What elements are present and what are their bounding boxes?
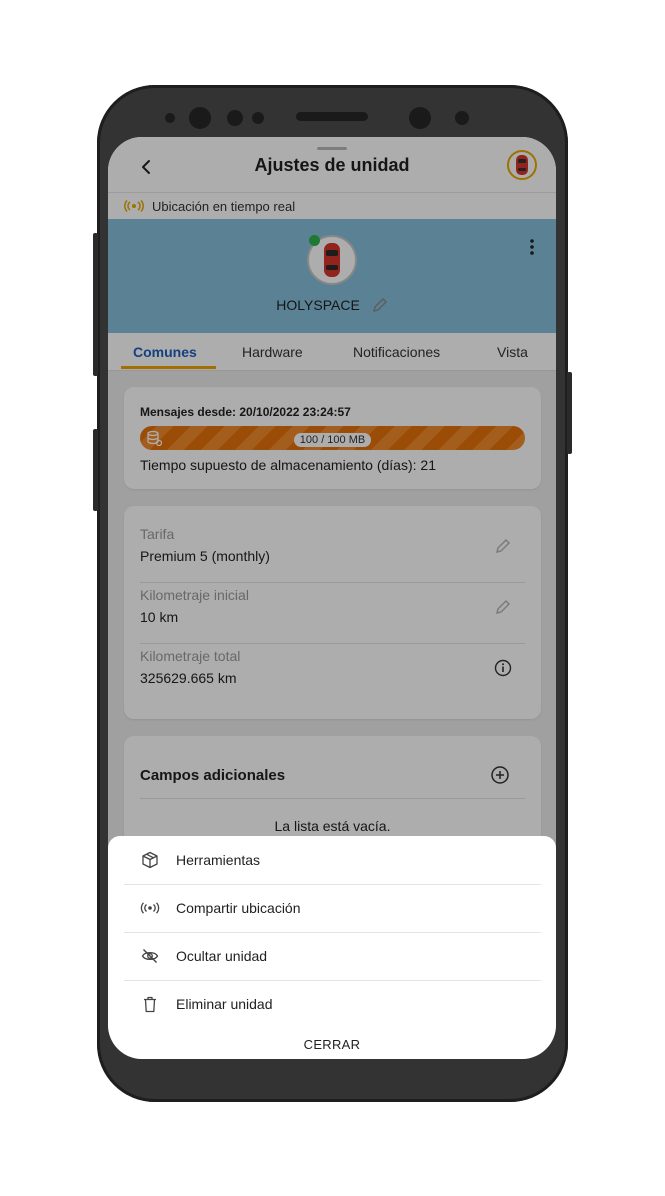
menu-item-label: Compartir ubicación: [176, 900, 301, 916]
broadcast-icon: [140, 898, 160, 918]
sensor-dot: [252, 112, 264, 124]
front-camera-2: [409, 107, 431, 129]
close-button[interactable]: CERRAR: [108, 1037, 556, 1052]
eye-off-icon: [140, 946, 160, 966]
trash-icon: [140, 994, 160, 1014]
menu-item-share-location[interactable]: Compartir ubicación: [124, 884, 541, 932]
front-camera: [189, 107, 211, 129]
phone-frame: Ajustes de unidad Ubicación en tiempo re…: [93, 85, 572, 1102]
menu-item-hide-unit[interactable]: Ocultar unidad: [124, 932, 541, 980]
sensor-dot: [165, 113, 175, 123]
speaker-grille: [296, 112, 368, 121]
menu-item-label: Ocultar unidad: [176, 948, 268, 964]
menu-item-tools[interactable]: Herramientas: [124, 836, 541, 884]
menu-item-label: Eliminar unidad: [176, 996, 273, 1012]
bottom-sheet: Herramientas Compartir ubicación Ocultar…: [108, 836, 556, 1059]
sensor-dot: [455, 111, 469, 125]
side-button-left-top: [93, 233, 98, 376]
sensor-dot: [227, 110, 243, 126]
side-button-left-bottom: [93, 429, 98, 511]
side-button-right: [567, 372, 572, 454]
menu-item-label: Herramientas: [176, 852, 261, 868]
app-screen: Ajustes de unidad Ubicación en tiempo re…: [108, 137, 556, 1059]
menu-item-delete-unit[interactable]: Eliminar unidad: [124, 980, 541, 1028]
package-icon: [140, 850, 160, 870]
